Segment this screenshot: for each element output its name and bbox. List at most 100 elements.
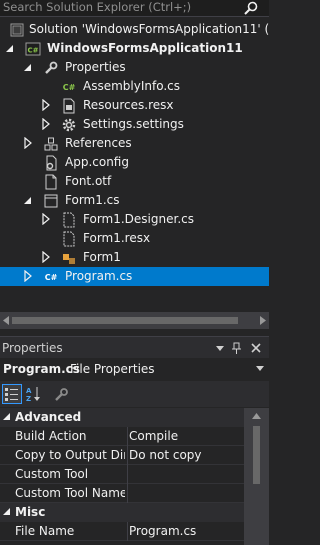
svg-text:A: A xyxy=(26,387,32,395)
tree-item-form1-designer[interactable]: Form1.Designer.cs xyxy=(0,210,269,229)
expanded-arrow-icon xyxy=(24,64,31,71)
property-value[interactable]: Compile xyxy=(129,427,243,446)
pin-icon[interactable] xyxy=(230,341,244,355)
tree-item-label: Properties xyxy=(65,60,126,74)
tree-item-label: Font.otf xyxy=(65,174,112,188)
tree-item-program[interactable]: C# Program.cs xyxy=(0,267,269,286)
categorized-button[interactable] xyxy=(2,384,22,404)
collapsed-arrow-icon xyxy=(42,251,50,263)
property-grid-scrollbar[interactable] xyxy=(244,408,269,545)
tree-item-properties[interactable]: Properties xyxy=(0,58,269,77)
category-name: Misc xyxy=(15,505,46,519)
expanded-arrow-icon xyxy=(24,197,31,204)
tree-item-label: Program.cs xyxy=(65,269,133,283)
tree-item-form1[interactable]: Form1.cs xyxy=(0,191,269,210)
tree-item-references[interactable]: References xyxy=(0,134,269,153)
scrollbar-thumb[interactable] xyxy=(253,426,260,484)
search-input[interactable]: Search Solution Explorer (Ctrl+;) xyxy=(3,0,191,15)
search-icon xyxy=(244,1,258,15)
column-divider xyxy=(127,484,128,503)
collapse-icon[interactable] xyxy=(2,507,12,517)
object-selector[interactable]: Program.cs File Properties xyxy=(0,359,269,379)
resx-file-icon xyxy=(63,98,75,114)
property-row[interactable]: File Name Program.cs xyxy=(0,522,244,541)
tree-item-label: Form1.cs xyxy=(65,193,120,207)
collapse-icon[interactable] xyxy=(2,412,12,422)
scrollbar-thumb[interactable] xyxy=(12,317,238,324)
alphabetical-button[interactable]: A Z xyxy=(24,384,44,404)
solution-explorer-search[interactable]: Search Solution Explorer (Ctrl+;) xyxy=(0,0,269,17)
tree-item-label: Resources.resx xyxy=(83,98,174,112)
csharp-file-icon: C# xyxy=(63,83,76,92)
property-row[interactable]: Build Action Compile xyxy=(0,427,244,446)
category-misc[interactable]: Misc xyxy=(0,503,244,522)
expanded-arrow-icon xyxy=(6,45,13,52)
tree-item-settings[interactable]: Settings.settings xyxy=(0,115,269,134)
chevron-down-icon[interactable] xyxy=(255,365,265,373)
dropdown-icon[interactable] xyxy=(213,341,227,355)
tree-item-label: Form1 xyxy=(83,250,121,264)
collapsed-arrow-icon xyxy=(42,213,50,225)
svg-text:Z: Z xyxy=(26,395,31,403)
references-icon xyxy=(44,137,58,151)
property-key: Copy to Output Direc xyxy=(15,448,125,462)
search-button[interactable] xyxy=(239,0,269,16)
property-row[interactable]: Custom Tool Names xyxy=(0,484,244,503)
properties-title-bar: Properties xyxy=(0,336,269,358)
class-icon xyxy=(63,254,75,264)
svg-text:C#: C# xyxy=(45,273,58,282)
designer-file-icon xyxy=(63,212,75,228)
collapsed-arrow-icon xyxy=(42,99,50,111)
form-icon xyxy=(44,194,58,208)
close-icon[interactable] xyxy=(249,341,263,355)
tree-item-label: App.config xyxy=(65,155,129,169)
alphabetical-icon: A Z xyxy=(26,387,40,403)
column-divider xyxy=(127,465,128,484)
column-divider xyxy=(127,427,128,446)
resx-file-icon xyxy=(63,231,75,247)
tree-item-app-config[interactable]: App.config xyxy=(0,153,269,172)
csharp-file-icon: C# xyxy=(45,273,58,282)
tree-item-assemblyinfo[interactable]: C# AssemblyInfo.cs xyxy=(0,77,269,96)
property-pages-button[interactable] xyxy=(52,384,72,404)
tree-item-label: Form1.Designer.cs xyxy=(83,212,194,226)
category-name: Advanced xyxy=(15,410,82,424)
property-grid: Advanced Build Action Compile Copy to Ou… xyxy=(0,408,269,545)
property-value[interactable]: Do not copy xyxy=(129,446,243,465)
tree-item-form1-class[interactable]: Form1 xyxy=(0,248,269,267)
scroll-right-icon[interactable] xyxy=(259,316,267,325)
property-key: Build Action xyxy=(15,429,87,443)
tree-item-resources[interactable]: Resources.resx xyxy=(0,96,269,115)
tree-item-form1-resx[interactable]: Form1.resx xyxy=(0,229,269,248)
tree-item-label: AssemblyInfo.cs xyxy=(83,79,181,93)
wrench-icon xyxy=(45,61,58,74)
solution-tree: Solution 'WindowsFormsApplication11' (1 … xyxy=(0,18,269,312)
collapsed-arrow-icon xyxy=(42,118,50,130)
csharp-project-icon: C# xyxy=(25,42,41,56)
tree-item-font[interactable]: Font.otf xyxy=(0,172,269,191)
properties-title: Properties xyxy=(2,341,63,355)
scroll-left-icon[interactable] xyxy=(2,316,10,325)
column-divider xyxy=(127,522,128,541)
property-key: Custom Tool xyxy=(15,467,89,481)
solution-icon xyxy=(10,23,24,37)
config-file-icon xyxy=(46,155,57,171)
column-divider xyxy=(127,446,128,465)
property-pages-icon xyxy=(55,388,68,401)
properties-toolbar: A Z xyxy=(0,381,269,407)
tree-item-label: WindowsFormsApplication11 xyxy=(47,41,243,55)
file-icon xyxy=(45,174,57,190)
gear-icon xyxy=(62,118,76,132)
property-row[interactable]: Copy to Output Direc Do not copy xyxy=(0,446,244,465)
tree-item-label: Settings.settings xyxy=(83,117,184,131)
category-advanced[interactable]: Advanced xyxy=(0,408,244,427)
tree-item-solution[interactable]: Solution 'WindowsFormsApplication11' (1 … xyxy=(0,20,269,39)
tree-item-project[interactable]: C# WindowsFormsApplication11 xyxy=(0,39,269,58)
collapsed-arrow-icon xyxy=(24,270,32,282)
tree-horizontal-scrollbar[interactable] xyxy=(0,312,269,329)
collapsed-arrow-icon xyxy=(24,137,32,149)
scroll-up-icon[interactable] xyxy=(252,412,261,420)
tree-item-label: References xyxy=(65,136,132,150)
property-value[interactable]: Program.cs xyxy=(129,522,243,541)
property-row[interactable]: Custom Tool xyxy=(0,465,244,484)
